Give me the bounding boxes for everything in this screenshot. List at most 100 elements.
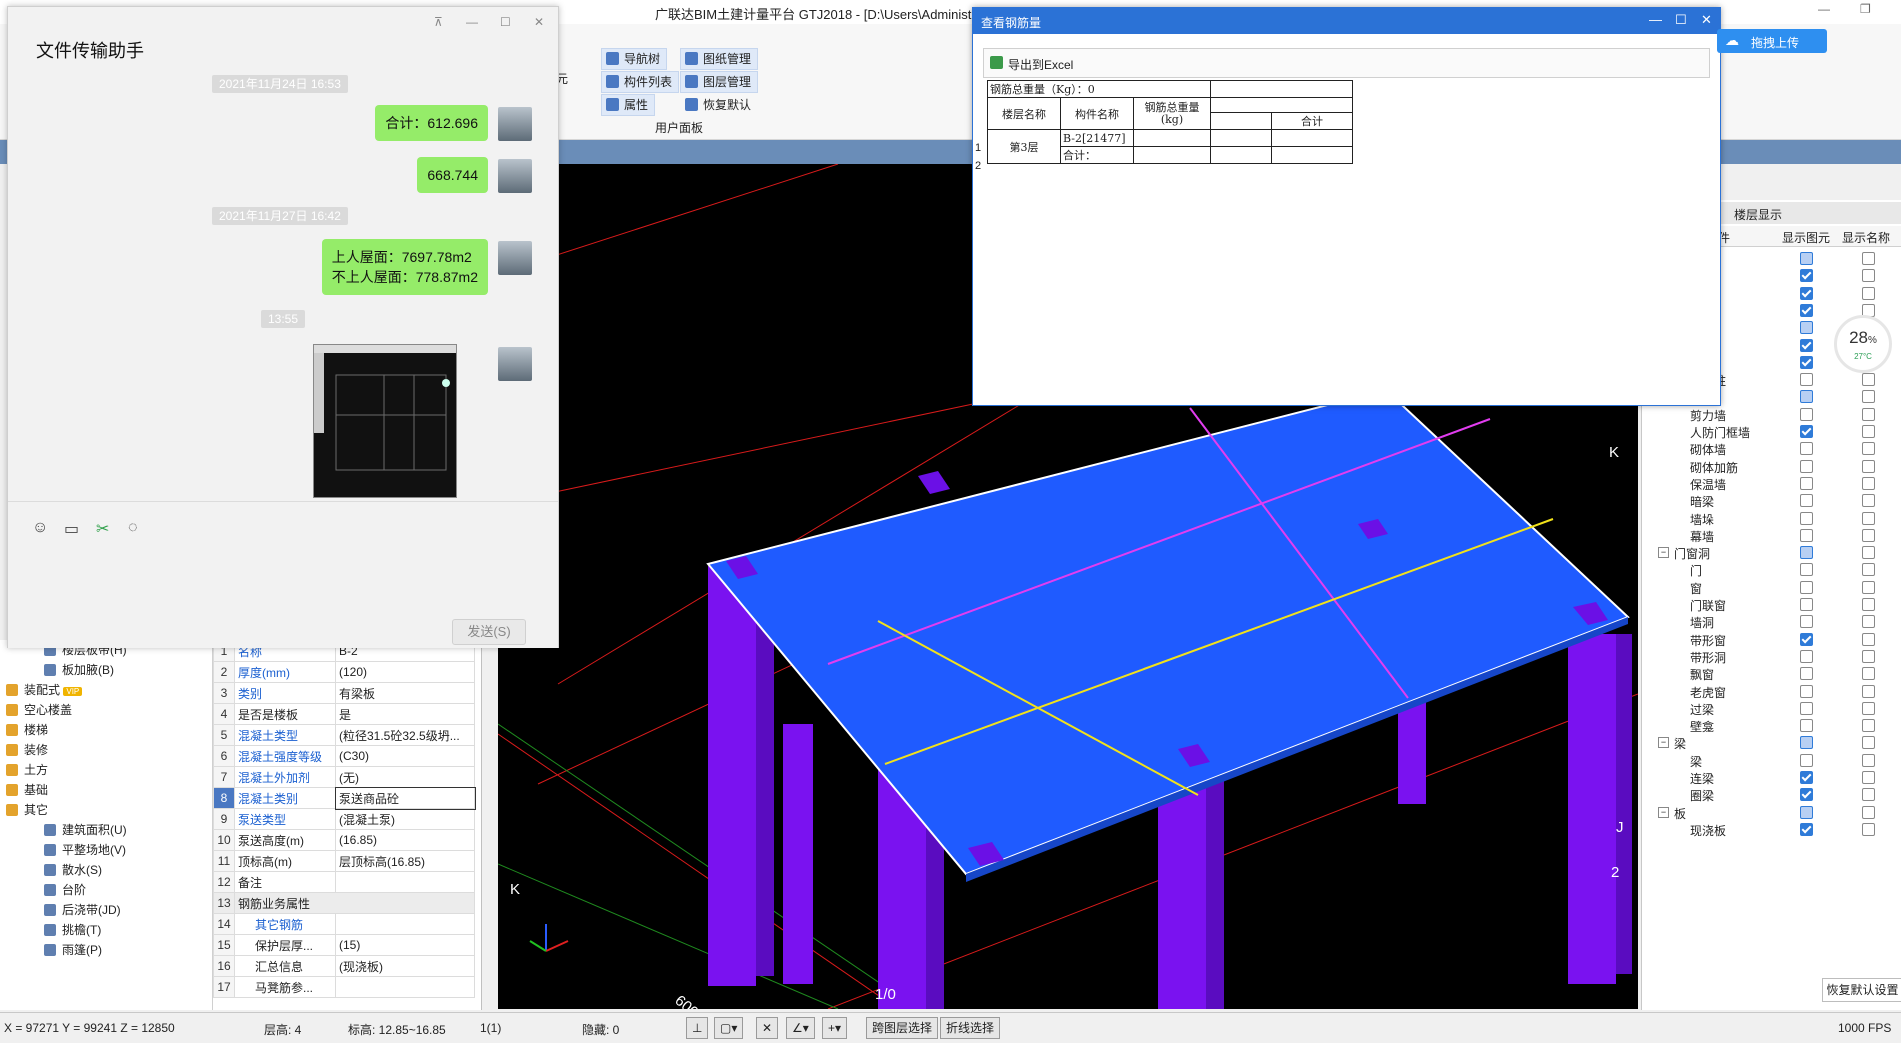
show-element-checkbox[interactable]: [1800, 753, 1813, 767]
nav-item-apron[interactable]: 散水(S): [44, 860, 102, 880]
property-value[interactable]: [335, 871, 475, 893]
show-name-checkbox[interactable]: [1862, 407, 1875, 421]
show-name-checkbox[interactable]: [1862, 701, 1875, 715]
folder-icon[interactable]: ▭: [64, 519, 79, 539]
show-element-checkbox[interactable]: [1800, 373, 1813, 387]
ortho-icon[interactable]: ⊥: [686, 1017, 709, 1039]
show-name-checkbox[interactable]: [1862, 598, 1875, 611]
property-value[interactable]: (120): [335, 661, 475, 683]
property-row[interactable]: 2 厚度(mm) (120): [213, 661, 475, 683]
property-row[interactable]: 8 混凝土类别 泵送商品砼: [213, 786, 476, 810]
emoji-icon[interactable]: ☺: [32, 519, 48, 537]
property-row[interactable]: 5 混凝土类型 (粒径31.5砼32.5级坍...: [213, 724, 475, 746]
show-element-checkbox[interactable]: [1800, 563, 1813, 577]
show-name-checkbox[interactable]: [1862, 632, 1875, 646]
minimize-icon[interactable]: —: [466, 15, 478, 29]
show-name-checkbox[interactable]: [1862, 649, 1875, 663]
property-value[interactable]: (粒径31.5砼32.5级坍...: [335, 724, 475, 746]
minimize-icon[interactable]: —: [1649, 12, 1662, 27]
show-element-checkbox[interactable]: [1800, 701, 1813, 715]
show-name-checkbox[interactable]: [1862, 511, 1875, 525]
minimize-icon[interactable]: —: [1818, 2, 1830, 16]
property-row[interactable]: 10 泵送高度(m) (16.85): [213, 829, 475, 851]
show-name-checkbox[interactable]: [1862, 684, 1875, 698]
property-row[interactable]: 11 顶标高(m) 层顶标高(16.85): [213, 850, 475, 872]
collapse-icon[interactable]: −: [1658, 547, 1669, 559]
property-value[interactable]: 泵送商品砼: [334, 786, 476, 810]
show-name-checkbox[interactable]: [1862, 615, 1875, 629]
nav-tree-button[interactable]: 导航树: [601, 48, 668, 70]
show-element-checkbox[interactable]: [1800, 269, 1813, 283]
avatar[interactable]: [498, 347, 532, 381]
point-icon[interactable]: +▾: [822, 1017, 848, 1039]
show-name-checkbox[interactable]: [1862, 494, 1875, 508]
show-element-checkbox[interactable]: [1800, 580, 1813, 594]
property-row[interactable]: 6 混凝土强度等级 (C30): [213, 745, 475, 767]
collapse-icon[interactable]: −: [1658, 737, 1669, 749]
property-value[interactable]: 层顶标高(16.85): [335, 850, 475, 872]
show-element-checkbox[interactable]: [1800, 805, 1813, 819]
property-value[interactable]: 有梁板: [335, 682, 475, 704]
show-name-checkbox[interactable]: [1862, 563, 1875, 577]
show-element-checkbox[interactable]: [1800, 615, 1813, 629]
show-name-checkbox[interactable]: [1862, 822, 1875, 836]
show-name-checkbox[interactable]: [1862, 667, 1875, 681]
nav-item-earthwork[interactable]: 土方: [6, 760, 48, 780]
avatar[interactable]: [498, 159, 532, 193]
restore-default-button[interactable]: 恢复默认: [680, 94, 758, 116]
property-row[interactable]: 3 类别 有梁板: [213, 682, 475, 704]
property-value[interactable]: (C30): [335, 745, 475, 767]
show-element-checkbox[interactable]: [1800, 632, 1813, 646]
show-name-checkbox[interactable]: [1862, 390, 1875, 404]
nav-item-stairs[interactable]: 楼梯: [6, 720, 48, 740]
show-element-checkbox[interactable]: [1800, 476, 1813, 490]
show-element-checkbox[interactable]: [1800, 338, 1813, 352]
image-message-thumbnail[interactable]: [313, 344, 457, 498]
restore-icon[interactable]: ❐: [1860, 2, 1871, 16]
property-row[interactable]: 16 汇总信息 (现浇板): [213, 955, 475, 977]
show-element-checkbox[interactable]: [1800, 494, 1813, 508]
show-element-checkbox[interactable]: [1800, 321, 1813, 335]
show-name-checkbox[interactable]: [1862, 528, 1875, 542]
avatar[interactable]: [498, 107, 532, 141]
show-element-checkbox[interactable]: [1800, 736, 1813, 750]
show-name-checkbox[interactable]: [1862, 373, 1875, 387]
show-name-checkbox[interactable]: [1862, 269, 1875, 283]
nav-item-slab-haunch[interactable]: 板加腋(B): [44, 660, 114, 680]
nav-item-canopy[interactable]: 雨篷(P): [44, 940, 102, 960]
collapse-icon[interactable]: −: [1658, 806, 1669, 818]
show-element-checkbox[interactable]: [1800, 286, 1813, 300]
show-element-checkbox[interactable]: [1800, 788, 1813, 802]
restore-default-settings-button[interactable]: 恢复默认设置: [1822, 978, 1901, 1002]
cross-layer-select-button[interactable]: 跨图层选择: [866, 1017, 939, 1039]
show-name-checkbox[interactable]: [1862, 546, 1875, 560]
property-value[interactable]: 是: [335, 703, 475, 725]
property-value[interactable]: (15): [335, 934, 475, 956]
property-row[interactable]: 14 其它钢筋: [213, 913, 475, 935]
show-element-checkbox[interactable]: [1800, 684, 1813, 698]
show-name-checkbox[interactable]: [1862, 753, 1875, 767]
nav-item-foundation[interactable]: 基础: [6, 780, 48, 800]
nav-item-cornice[interactable]: 挑檐(T): [44, 920, 101, 940]
show-element-checkbox[interactable]: [1800, 390, 1813, 404]
show-name-checkbox[interactable]: [1862, 286, 1875, 300]
show-element-checkbox[interactable]: [1800, 442, 1813, 456]
show-element-checkbox[interactable]: [1800, 649, 1813, 663]
show-element-checkbox[interactable]: [1800, 598, 1813, 611]
message-bubble[interactable]: 668.744: [417, 157, 488, 193]
close-icon[interactable]: ✕: [534, 15, 544, 29]
show-element-checkbox[interactable]: [1800, 528, 1813, 542]
chat-history-icon[interactable]: ◌: [128, 519, 138, 537]
cloud-upload-button[interactable]: ☁ 拖拽上传: [1717, 29, 1827, 53]
show-element-checkbox[interactable]: [1800, 771, 1813, 784]
angle-icon[interactable]: ∠▾: [786, 1017, 815, 1039]
message-bubble[interactable]: 合计：612.696: [375, 105, 488, 141]
show-element-checkbox[interactable]: [1800, 459, 1813, 473]
show-name-checkbox[interactable]: [1862, 459, 1875, 473]
component-list-button[interactable]: 构件列表: [601, 71, 680, 93]
show-element-checkbox[interactable]: [1800, 355, 1813, 369]
show-element-checkbox[interactable]: [1800, 822, 1813, 836]
property-row[interactable]: 15 保护层厚... (15): [213, 934, 475, 956]
close-icon[interactable]: ✕: [1701, 12, 1712, 28]
property-row[interactable]: 13 钢筋业务属性: [213, 892, 475, 914]
